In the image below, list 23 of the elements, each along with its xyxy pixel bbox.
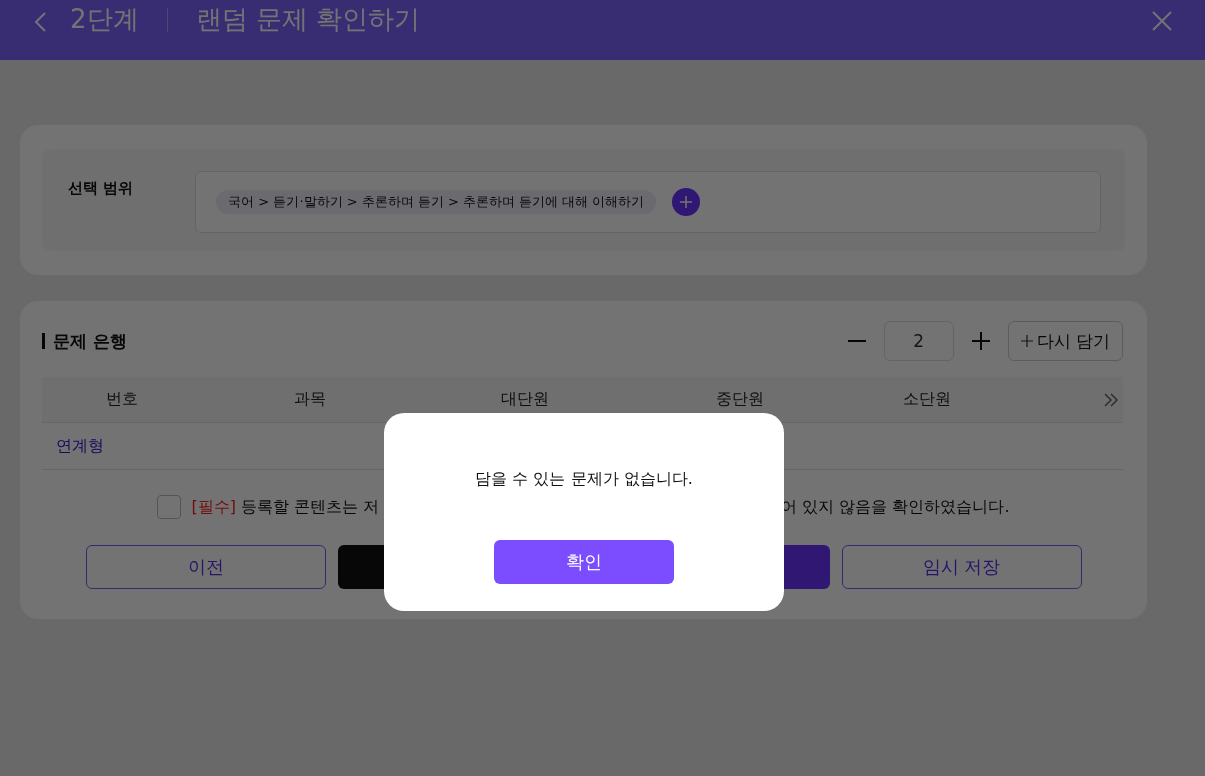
- page-title: 랜덤 문제 확인하기: [195, 3, 422, 36]
- scope-label: 선택 범위: [68, 179, 134, 199]
- refill-button[interactable]: 다시 담기: [1007, 321, 1123, 361]
- type-link[interactable]: 연계형: [56, 435, 104, 457]
- section-title: 문제 은행: [42, 333, 830, 349]
- action-button[interactable]: 임시 저장: [841, 545, 1082, 589]
- column-header: 소단원: [903, 389, 951, 410]
- scope-chip: 국어 > 듣기·말하기 > 추론하며 듣기 > 추론하며 듣기에 대해 이해하기: [216, 190, 657, 214]
- double-chevron-icon[interactable]: [1103, 391, 1119, 408]
- step-label: 2단계: [70, 3, 139, 36]
- confirm-button[interactable]: 확인: [494, 540, 674, 584]
- dialog-message: 담을 수 있는 문제가 없습니다.: [475, 469, 693, 490]
- column-header: 번호: [106, 389, 138, 410]
- column-header: 대단원: [500, 389, 549, 410]
- column-header: 중단원: [715, 389, 764, 410]
- action-button[interactable]: 이전: [85, 545, 326, 589]
- add-icon[interactable]: [672, 188, 701, 216]
- count-field[interactable]: 2: [883, 321, 954, 361]
- scope-field[interactable]: 국어 > 듣기·말하기 > 추론하며 듣기 > 추론하며 듣기에 대해 이해하기: [195, 171, 1101, 233]
- agreement-text: [필수] 등록할 콘텐츠는 저: [191, 496, 380, 518]
- plus-icon: [1020, 335, 1033, 347]
- column-header: 과목: [293, 389, 326, 410]
- agree-checkbox[interactable]: [157, 495, 182, 519]
